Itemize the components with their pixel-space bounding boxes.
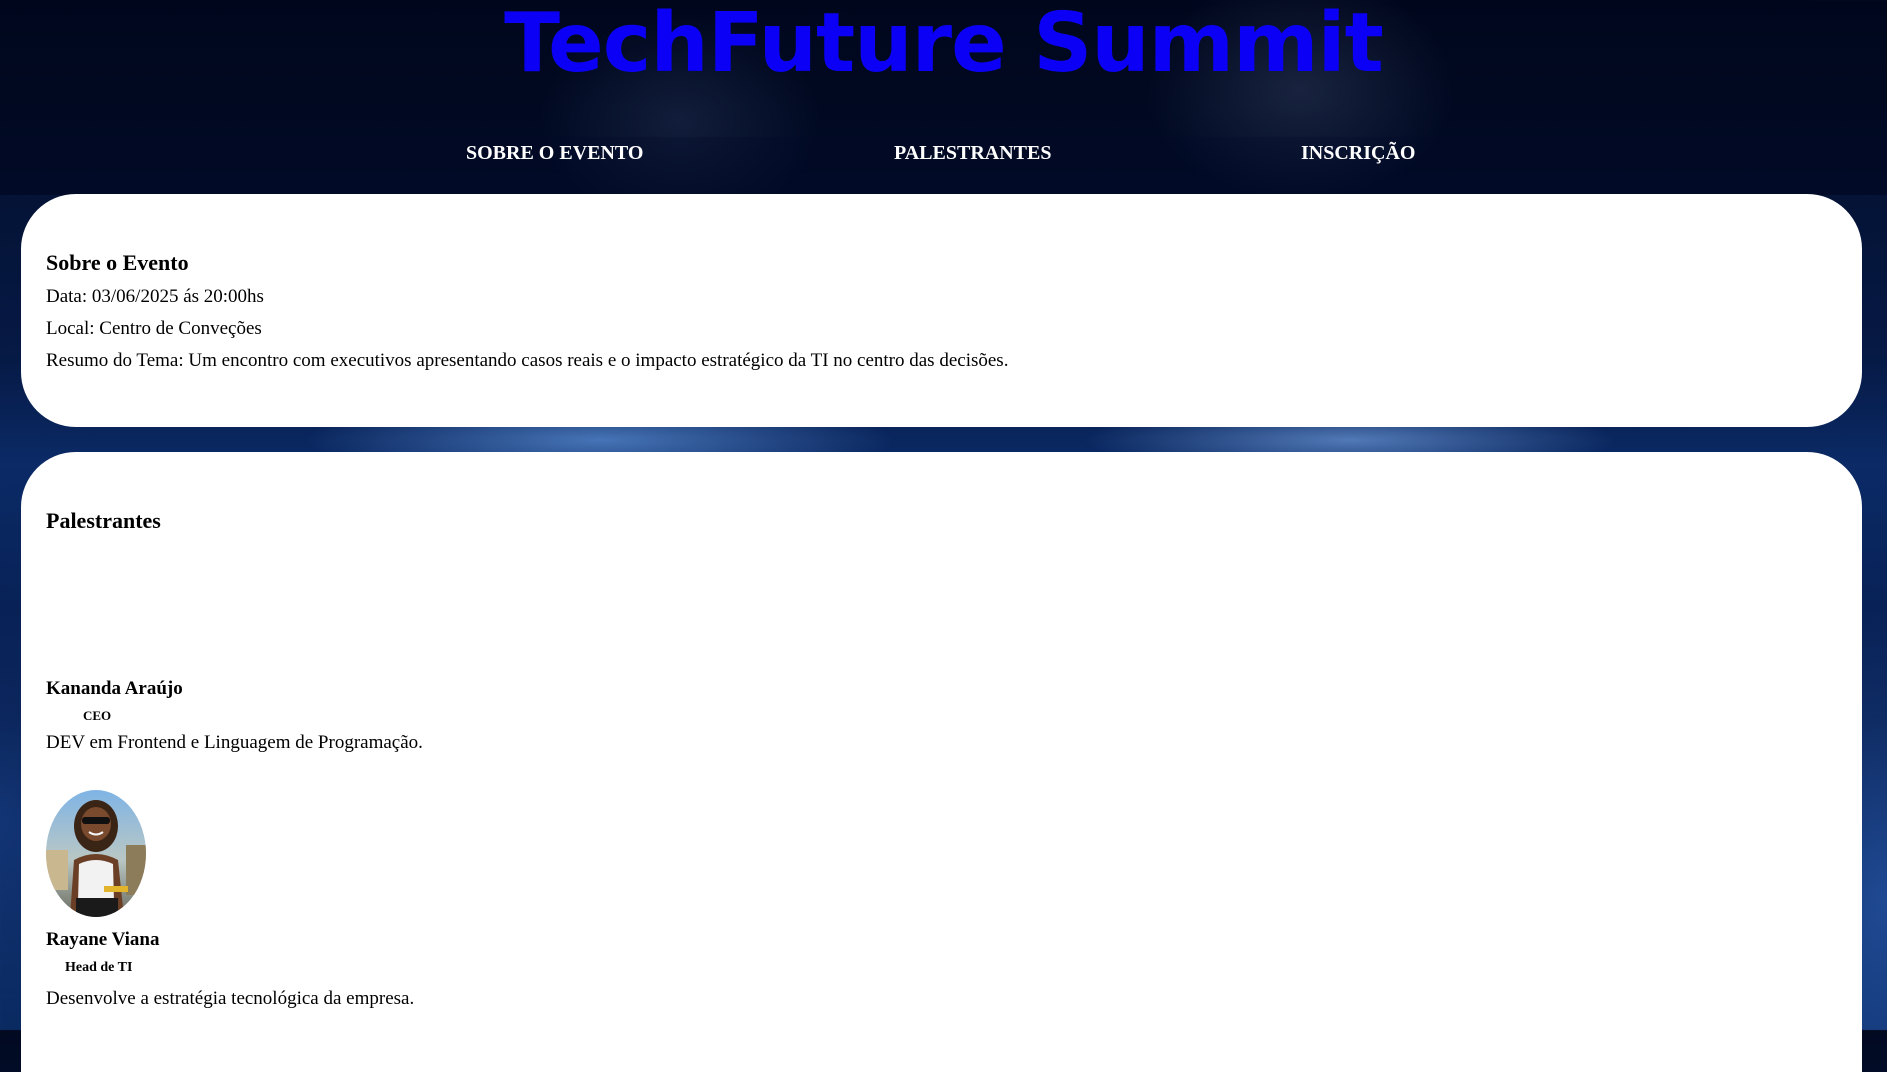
event-date: Data: 03/06/2025 ás 20:00hs [46,286,264,307]
speaker-name: Rayane Viana [46,929,160,950]
speaker-photo [46,790,146,917]
nav-link-palestrantes[interactable]: PALESTRANTES [894,142,1051,165]
speaker-description: Desenvolve a estratégia tecnológica da e… [46,988,415,1009]
site-title: TechFuture Summit [504,0,1384,91]
speaker-role: Head de TI [65,960,133,975]
speaker-name: Kananda Araújo [46,678,183,699]
speaker-photo-image [46,790,146,917]
site-header: TechFuture Summit [0,0,1887,137]
about-section: Sobre o Evento Data: 03/06/2025 ás 20:00… [21,194,1862,427]
speakers-section: Palestrantes Kananda Araújo CEO DEV em F… [21,452,1862,1072]
event-location: Local: Centro de Conveções [46,318,262,339]
about-heading: Sobre o Evento [46,250,189,275]
nav-link-inscricao[interactable]: INSCRIÇÃO [1301,142,1415,165]
event-summary: Resumo do Tema: Um encontro com executiv… [46,350,1009,371]
nav-link-sobre-o-evento[interactable]: SOBRE O EVENTO [466,142,643,165]
speakers-heading: Palestrantes [46,508,161,533]
speaker-description: DEV em Frontend e Linguagem de Programaç… [46,732,423,753]
speaker-role: CEO [83,708,112,723]
